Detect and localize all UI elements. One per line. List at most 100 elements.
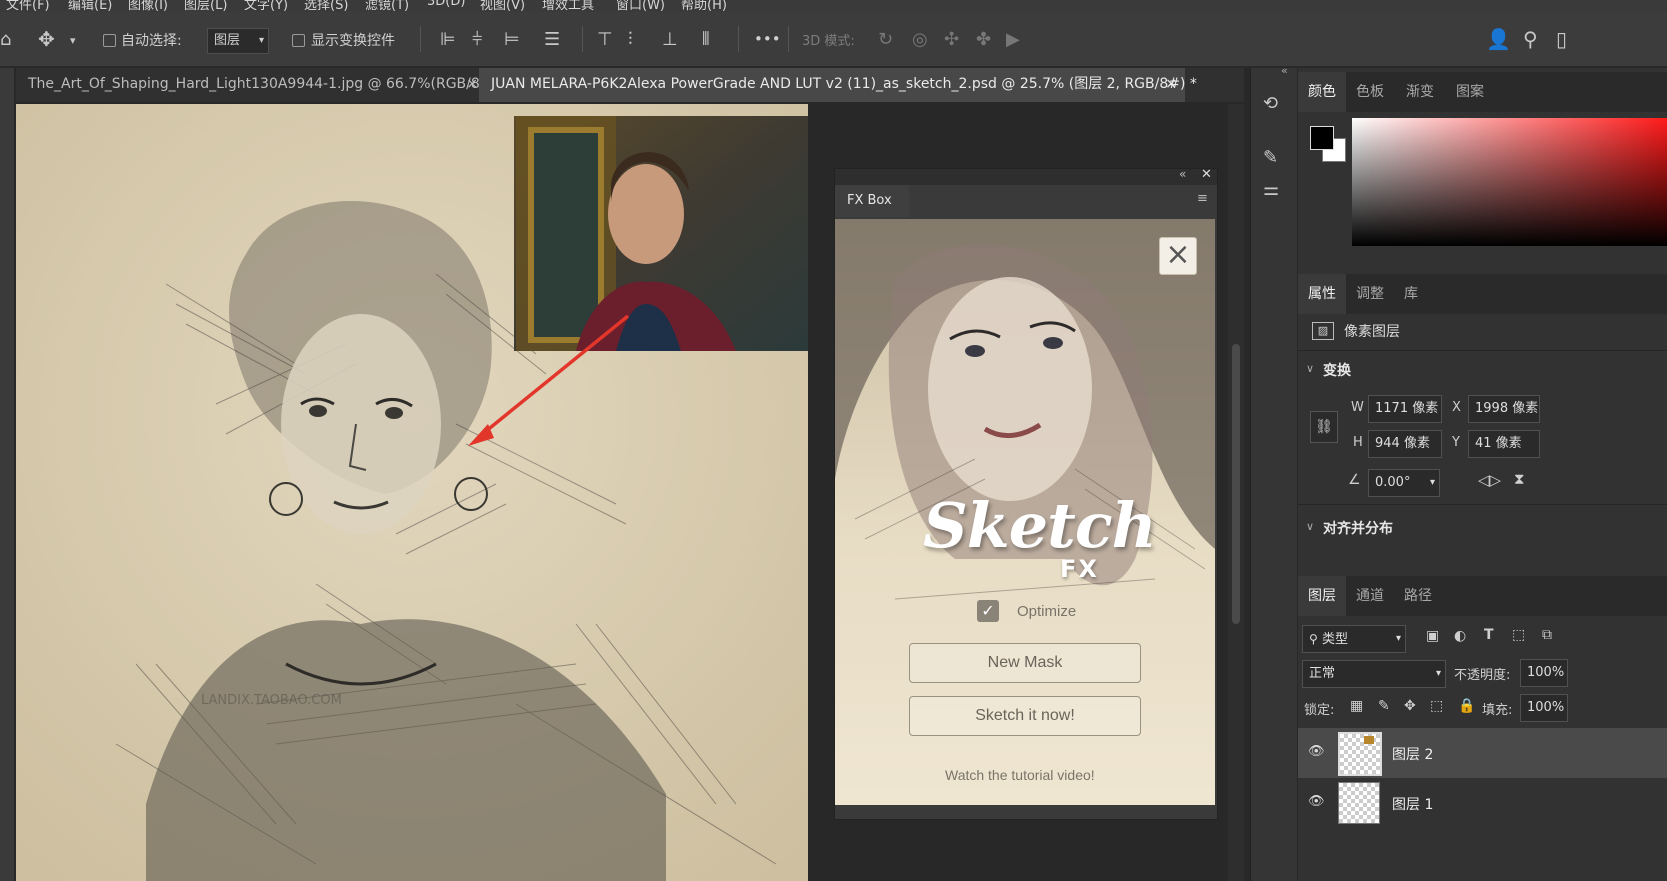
close-icon[interactable]: × [1165, 68, 1177, 100]
filter-pixel-icon[interactable]: ▣ [1426, 628, 1439, 644]
align-bottom-icon[interactable]: ⊥ [662, 30, 678, 50]
tab-gradients[interactable]: 渐变 [1396, 72, 1444, 112]
filter-adjustment-icon[interactable]: ◐ [1454, 628, 1466, 644]
width-field[interactable]: 1171 像素 [1368, 395, 1442, 423]
tab-paths[interactable]: 路径 [1394, 576, 1442, 616]
menu-plugins[interactable]: 增效工具 [542, 0, 594, 12]
new-mask-button[interactable]: New Mask [909, 643, 1141, 683]
menu-3d[interactable]: 3D(D) [427, 0, 465, 9]
collapse-icon[interactable]: « [1179, 167, 1186, 181]
align-vcenter-icon[interactable]: ⫶ [628, 30, 633, 50]
layer-name[interactable]: 图层 1 [1392, 794, 1433, 814]
color-picker-field[interactable] [1352, 118, 1667, 246]
tab-libraries[interactable]: 库 [1394, 274, 1428, 314]
layer-filter-dropdown[interactable]: ⚲ 类型 ▾ [1302, 625, 1406, 653]
search-icon[interactable]: ⚲ [1523, 29, 1538, 49]
filter-shape-icon[interactable]: ⬚ [1512, 627, 1525, 643]
fill-field[interactable]: 100% [1520, 694, 1568, 722]
lock-transparency-icon[interactable]: ▦ [1350, 698, 1363, 714]
menu-edit[interactable]: 编辑(E) [68, 0, 112, 12]
align-distribute-section-title[interactable]: 对齐并分布 [1323, 518, 1393, 538]
chevron-down-icon[interactable]: ∨ [1306, 362, 1314, 375]
menu-select[interactable]: 选择(S) [304, 0, 348, 12]
chevron-down-icon[interactable]: ▾ [70, 31, 76, 51]
collapse-icon[interactable]: « [1281, 64, 1288, 77]
menu-view[interactable]: 视图(V) [480, 0, 525, 12]
distribute-horizontal-icon[interactable]: ⫴ [702, 30, 710, 50]
menu-file[interactable]: 文件(F) [6, 0, 50, 12]
3d-roll-icon[interactable]: ◎ [912, 30, 928, 50]
distribute-vertical-icon[interactable]: ☰ [544, 30, 560, 50]
tab-color[interactable]: 颜色 [1298, 72, 1346, 112]
workspace-icon[interactable]: ▯ [1556, 29, 1567, 49]
sketch-it-now-button[interactable]: Sketch it now! [909, 696, 1141, 736]
tab-document-1[interactable]: The_Art_Of_Shaping_Hard_Light130A9944-1.… [16, 68, 485, 102]
foreground-color-swatch[interactable] [1310, 126, 1334, 150]
flip-horizontal-icon[interactable]: ◁▷ [1478, 471, 1501, 489]
opacity-field[interactable]: 100% [1520, 659, 1568, 687]
menu-help[interactable]: 帮助(H) [681, 0, 727, 12]
lock-position-icon[interactable]: ✥ [1404, 698, 1416, 714]
x-position-field[interactable]: 1998 像素 [1468, 395, 1540, 423]
document-canvas[interactable]: LANDIX.TAOBAO.COM [16, 104, 808, 881]
more-options-button[interactable]: ••• [754, 30, 781, 48]
transform-section-title[interactable]: 变换 [1323, 360, 1351, 380]
close-button[interactable]: × [1159, 237, 1197, 275]
menu-image[interactable]: 图像(I) [128, 0, 168, 12]
angle-field[interactable]: 0.00° ▾ [1368, 469, 1440, 497]
align-right-icon[interactable]: ⊨ [504, 30, 520, 50]
tab-swatches[interactable]: 色板 [1346, 72, 1394, 112]
move-tool-icon[interactable]: ✥ [38, 29, 55, 49]
chevron-down-icon[interactable]: ∨ [1306, 520, 1314, 533]
panel-menu-icon[interactable]: ≡ [1197, 191, 1208, 206]
link-dimensions-icon[interactable]: ⛓ [1310, 411, 1338, 443]
scrollbar-thumb[interactable] [1232, 344, 1240, 624]
3d-camera-icon[interactable]: ▶ [1006, 30, 1020, 50]
layer-name[interactable]: 图层 2 [1392, 744, 1433, 764]
menu-layer[interactable]: 图层(L) [184, 0, 227, 12]
align-top-icon[interactable]: ⊤ [597, 30, 613, 50]
home-icon[interactable]: ⌂ [0, 30, 11, 50]
tab-properties[interactable]: 属性 [1298, 274, 1346, 314]
optimize-checkbox[interactable]: ✓ [977, 600, 999, 622]
menu-filter[interactable]: 滤镜(T) [365, 0, 409, 12]
canvas-scrollbar[interactable] [1228, 104, 1244, 881]
tab-layers[interactable]: 图层 [1298, 576, 1346, 616]
align-left-icon[interactable]: ⊫ [440, 30, 456, 50]
lock-all-icon[interactable]: 🔒 [1458, 698, 1475, 714]
adjustments-sliders-icon[interactable]: ⚌ [1263, 180, 1279, 200]
filter-smart-object-icon[interactable]: ⧉ [1542, 627, 1552, 643]
menu-window[interactable]: 窗口(W) [616, 0, 665, 12]
brush-settings-icon[interactable]: ✎ [1263, 148, 1278, 168]
share-user-icon[interactable]: 👤 [1486, 29, 1511, 49]
lock-artboard-icon[interactable]: ⬚ [1430, 698, 1443, 714]
visibility-eye-icon[interactable]: 👁 [1308, 794, 1325, 809]
close-icon[interactable]: × [466, 68, 478, 100]
history-icon[interactable]: ⟲ [1263, 94, 1278, 114]
tab-channels[interactable]: 通道 [1346, 576, 1394, 616]
auto-select-dropdown[interactable]: 图层 ▾ [207, 28, 269, 54]
divider [582, 26, 583, 52]
visibility-eye-icon[interactable]: 👁 [1308, 744, 1325, 759]
layer-row[interactable]: 👁 图层 2 [1298, 728, 1667, 778]
3d-slide-icon[interactable]: ✤ [976, 30, 991, 50]
layer-row[interactable]: 👁 图层 1 [1298, 778, 1667, 828]
height-field[interactable]: 944 像素 [1368, 430, 1442, 458]
auto-select-checkbox[interactable] [103, 34, 116, 47]
align-hcenter-icon[interactable]: ⫩ [472, 30, 482, 50]
y-position-field[interactable]: 41 像素 [1468, 430, 1540, 458]
tab-fx-box[interactable]: FX Box [835, 185, 909, 217]
filter-type-icon[interactable]: T [1484, 627, 1494, 643]
3d-orbit-icon[interactable]: ↻ [878, 30, 893, 50]
menu-type[interactable]: 文字(Y) [244, 0, 288, 12]
tab-adjustments[interactable]: 调整 [1346, 274, 1394, 314]
lock-pixels-icon[interactable]: ✎ [1378, 698, 1390, 714]
show-transform-checkbox[interactable] [292, 34, 305, 47]
tab-document-2[interactable]: JUAN MELARA-P6K2Alexa PowerGrade AND LUT… [479, 68, 1197, 102]
blend-mode-dropdown[interactable]: 正常 ▾ [1302, 660, 1446, 688]
close-icon[interactable]: ✕ [1201, 167, 1212, 182]
tutorial-video-link[interactable]: Watch the tutorial video! [945, 767, 1095, 783]
flip-vertical-icon[interactable]: ⧗ [1514, 470, 1525, 488]
tab-patterns[interactable]: 图案 [1446, 72, 1494, 112]
3d-pan-icon[interactable]: ✣ [944, 30, 959, 50]
